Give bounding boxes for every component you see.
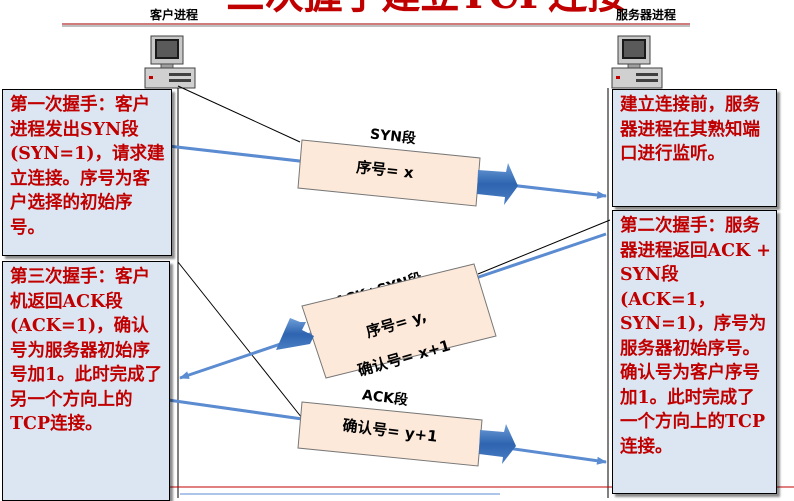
first-handshake-note: 第一次握手：客户进程发出SYN段(SYN=1)，请求建立连接。序号为客户选择的初… [2, 89, 172, 256]
third-handshake-note: 第三次握手：客户机返回ACK段(ACK=1)，确认号为服务器初始序号加1。此时完… [2, 261, 170, 501]
server-listen-note: 建立连接前，服务器进程在其熟知端口进行监听。 [612, 89, 777, 207]
syn-connector-line [177, 85, 301, 143]
ack-syn-connector-line [477, 219, 611, 275]
diagram-title: 三次握手建立TCP连接 [226, 0, 626, 18]
syn-segment-title: SYN段 [369, 125, 416, 147]
server-process-label: 服务器进程 [616, 8, 677, 22]
syn-segment: SYN段 序号= x [297, 125, 518, 207]
ack-segment: ACK段 确认号= y+1 [297, 386, 516, 467]
second-handshake-note: 第二次握手：服务器进程返回ACK + SYN段(ACK=1，SYN=1)，序号为… [612, 210, 777, 494]
client-process-label: 客户进程 [150, 8, 199, 22]
ack-segment-title: ACK段 [361, 386, 409, 408]
ack-block-arrow [479, 424, 516, 464]
ack-syn-segment: ACK+SYN段 序号= y, 确认号= x+1 [276, 263, 497, 380]
client-computer-icon [144, 35, 196, 89]
server-computer-icon [611, 35, 663, 89]
syn-block-arrow [477, 163, 518, 205]
